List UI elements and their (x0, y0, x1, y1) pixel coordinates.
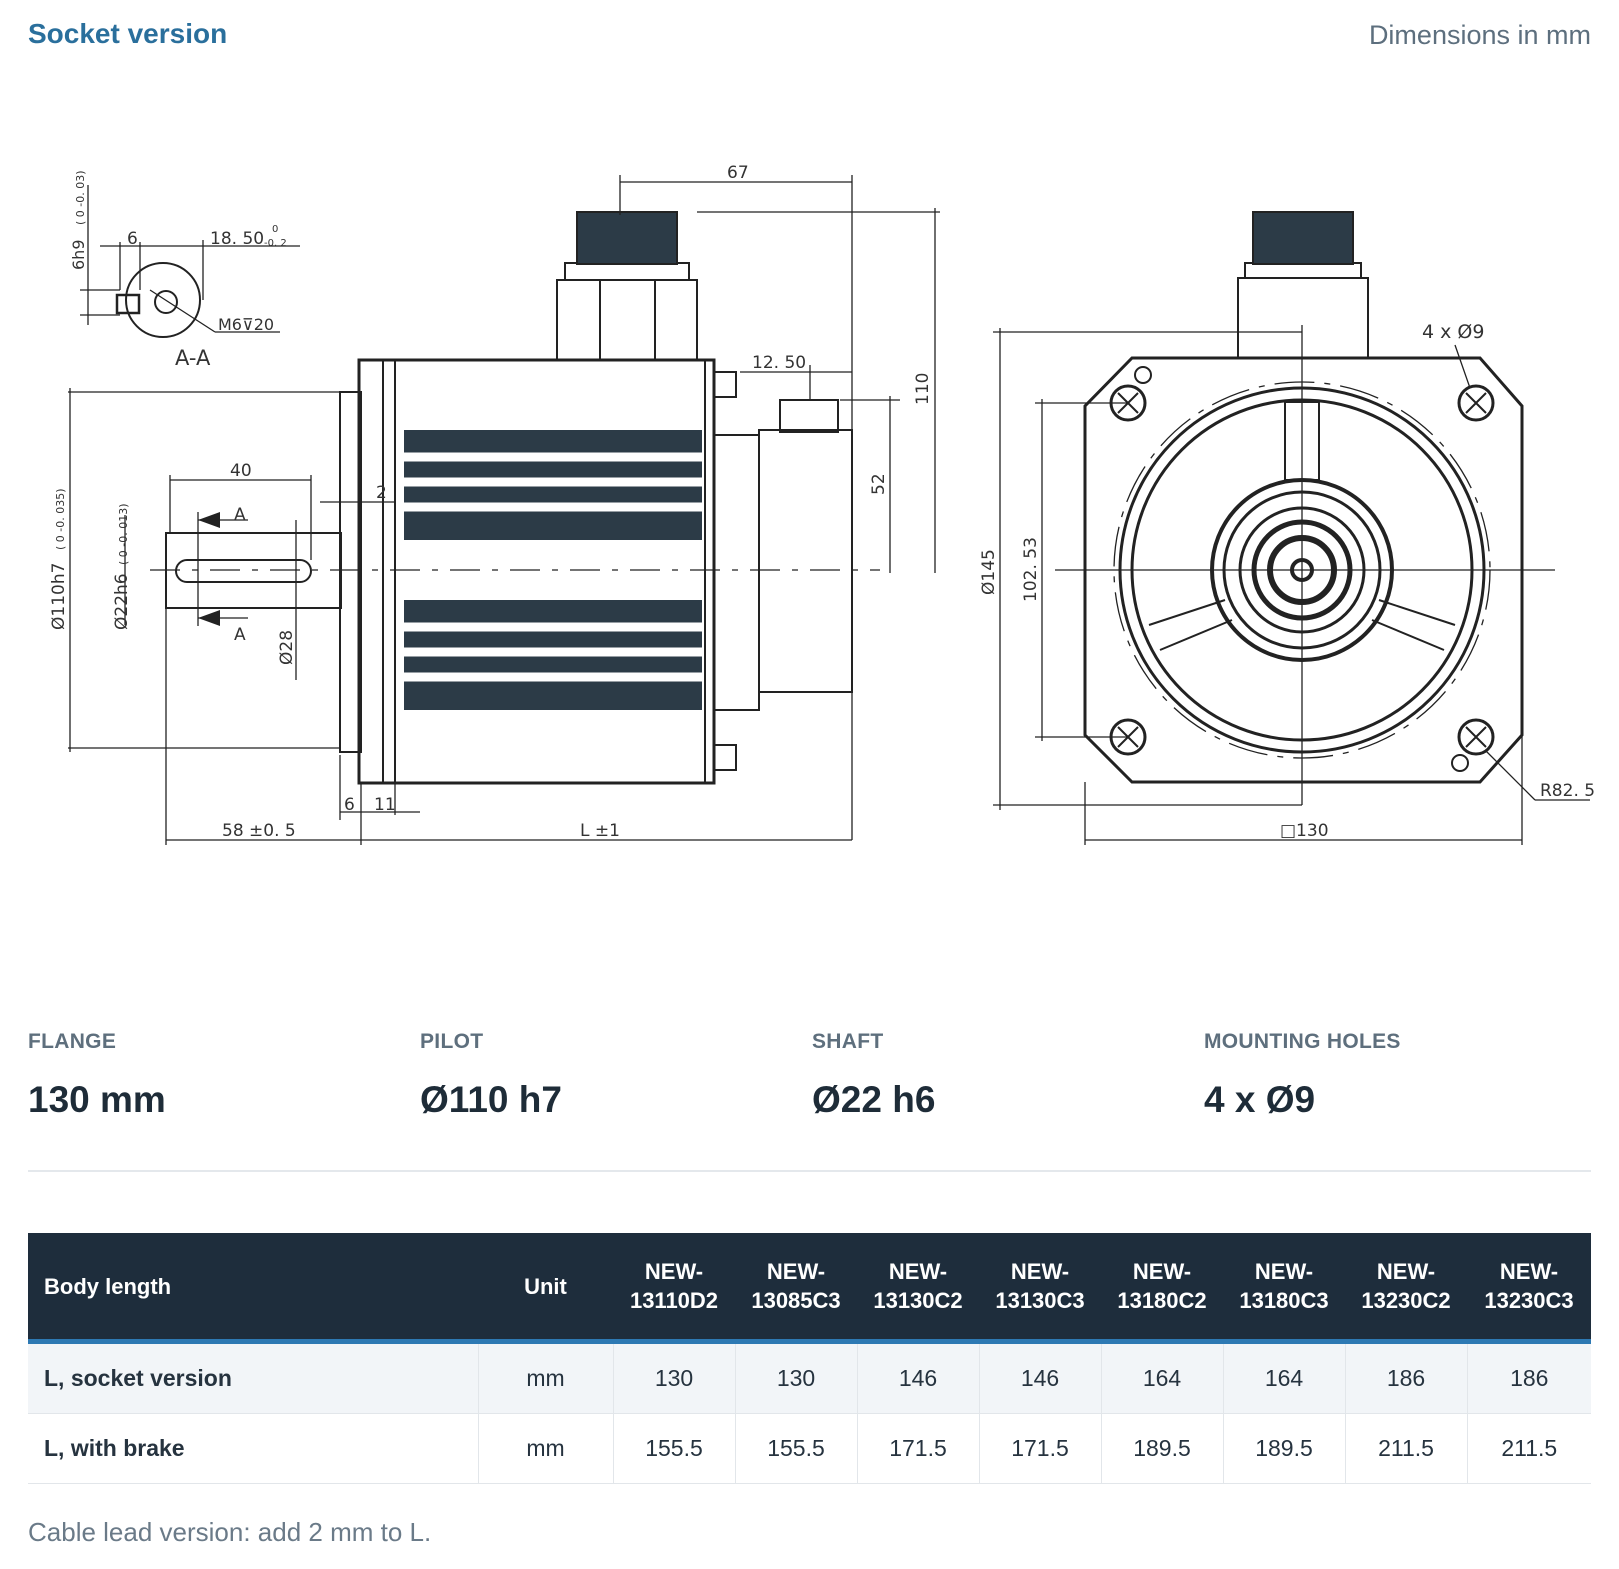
spec-label: FLANGE (28, 1030, 117, 1053)
row-label: L, socket version (28, 1341, 479, 1414)
table-cell: 189.5 (1223, 1413, 1346, 1484)
header-model: NEW- 13180C2 (1101, 1233, 1223, 1344)
table-cell: 186 (1345, 1341, 1468, 1414)
header-unit: Unit (478, 1233, 613, 1344)
row-label: L, with brake (28, 1413, 479, 1484)
dim-145: Ø145 (979, 549, 999, 595)
tol-22h6: ( 0 -0. 013) (117, 503, 130, 565)
table-cell: 171.5 (979, 1413, 1102, 1484)
marker-a-bottom: A (234, 625, 246, 645)
header-model: NEW- 13110D2 (613, 1233, 735, 1344)
spec-value: 130 mm (28, 1079, 166, 1120)
header-model: NEW- 13130C2 (857, 1233, 979, 1344)
spec-label: PILOT (420, 1030, 484, 1053)
dim-40: 40 (230, 461, 252, 481)
spec-value: 4 x Ø9 (1204, 1079, 1316, 1120)
header-body-length: Body length (28, 1233, 478, 1344)
spec-mounting-holes: MOUNTING HOLES 4 x Ø9 (1204, 1030, 1584, 1121)
dim-110: 110 (913, 373, 933, 405)
table-cell: 189.5 (1101, 1413, 1224, 1484)
spec-flange: FLANGE 130 mm (28, 1030, 408, 1121)
row-unit: mm (478, 1341, 614, 1414)
table-cell: 164 (1223, 1341, 1346, 1414)
dim-11: 11 (374, 795, 396, 815)
footnote: Cable lead version: add 2 mm to L. (28, 1517, 432, 1547)
body-length-table: Body length Unit NEW- 13110D2 NEW- 13085C3… (28, 1233, 1591, 1484)
front-view (993, 211, 1590, 845)
dim-58: 58 ±0. 5 (222, 821, 296, 841)
dim-22h6: Ø22h6 (112, 573, 132, 630)
page-title: Socket version (28, 18, 228, 49)
table-cell: 186 (1467, 1341, 1591, 1414)
table-cell: 130 (613, 1341, 736, 1414)
table-cell: 164 (1101, 1341, 1224, 1414)
header-model: NEW- 13085C3 (735, 1233, 857, 1344)
tol-110h7: ( 0 -0. 035) (54, 488, 67, 550)
spec-label: SHAFT (812, 1030, 884, 1053)
dim-130: □130 (1280, 821, 1329, 841)
tol-6h9: ( 0 -0. 03) (74, 170, 87, 225)
header-model: NEW- 13230C2 (1345, 1233, 1467, 1344)
dim-holes: 4 x Ø9 (1422, 321, 1484, 343)
header-model: NEW- 13130C3 (979, 1233, 1101, 1344)
table-cell: 130 (735, 1341, 858, 1414)
technical-drawing: 6 18. 50 0 -0. 2 6h9 ( 0 -0. 03) M6⊽20 A… (49, 163, 1595, 845)
spec-label: MOUNTING HOLES (1204, 1030, 1401, 1053)
tol-18-50-lower: -0. 2 (264, 238, 287, 249)
units-note: Dimensions in mm (1368, 20, 1591, 50)
spec-value: Ø110 h7 (420, 1079, 562, 1120)
dim-r82-5: R82. 5 (1540, 781, 1595, 801)
table-row: L, with brake mm 155.5 155.5 171.5 171.5… (28, 1413, 1591, 1484)
tol-18-50-upper: 0 (272, 224, 278, 235)
header-model: NEW- 13180C3 (1223, 1233, 1345, 1344)
spec-value: Ø22 h6 (812, 1079, 936, 1120)
page-header: Socket version Dimensions in mm (28, 18, 1591, 58)
spec-shaft: SHAFT Ø22 h6 (812, 1030, 1192, 1121)
table-cell: 155.5 (735, 1413, 858, 1484)
spec-summary: FLANGE 130 mm PILOT Ø110 h7 SHAFT Ø22 h6… (28, 1030, 1591, 1172)
table-row: L, socket version mm 130 130 146 146 164… (28, 1341, 1591, 1414)
row-unit: mm (478, 1413, 614, 1484)
side-view (68, 175, 940, 845)
table-header-row: Body length Unit NEW- 13110D2 NEW- 13085C3… (28, 1233, 1591, 1344)
table-cell: 211.5 (1467, 1413, 1591, 1484)
table-cell: 146 (979, 1341, 1102, 1414)
dim-6: 6 (127, 229, 138, 249)
dim-18-50: 18. 50 (210, 229, 264, 249)
header-model: NEW- 13230C3 (1467, 1233, 1591, 1344)
dim-67: 67 (727, 163, 749, 183)
dim-l: L ±1 (580, 821, 620, 841)
dim-28: Ø28 (277, 630, 297, 665)
dim-6-flange: 6 (344, 795, 355, 815)
table-cell: 146 (857, 1341, 980, 1414)
table-cell: 211.5 (1345, 1413, 1468, 1484)
dim-102-53: 102. 53 (1021, 537, 1041, 602)
section-label: A-A (175, 346, 211, 370)
dim-52: 52 (869, 473, 889, 495)
thread-m6: M6⊽20 (218, 315, 274, 334)
table-cell: 155.5 (613, 1413, 736, 1484)
dim-6h9: 6h9 (69, 240, 88, 271)
spec-pilot: PILOT Ø110 h7 (420, 1030, 800, 1121)
table-cell: 171.5 (857, 1413, 980, 1484)
dim-12-50: 12. 50 (752, 353, 806, 373)
dim-2: 2 (376, 483, 387, 503)
dim-110h7: Ø110h7 (49, 563, 69, 630)
marker-a-top: A (234, 505, 246, 525)
